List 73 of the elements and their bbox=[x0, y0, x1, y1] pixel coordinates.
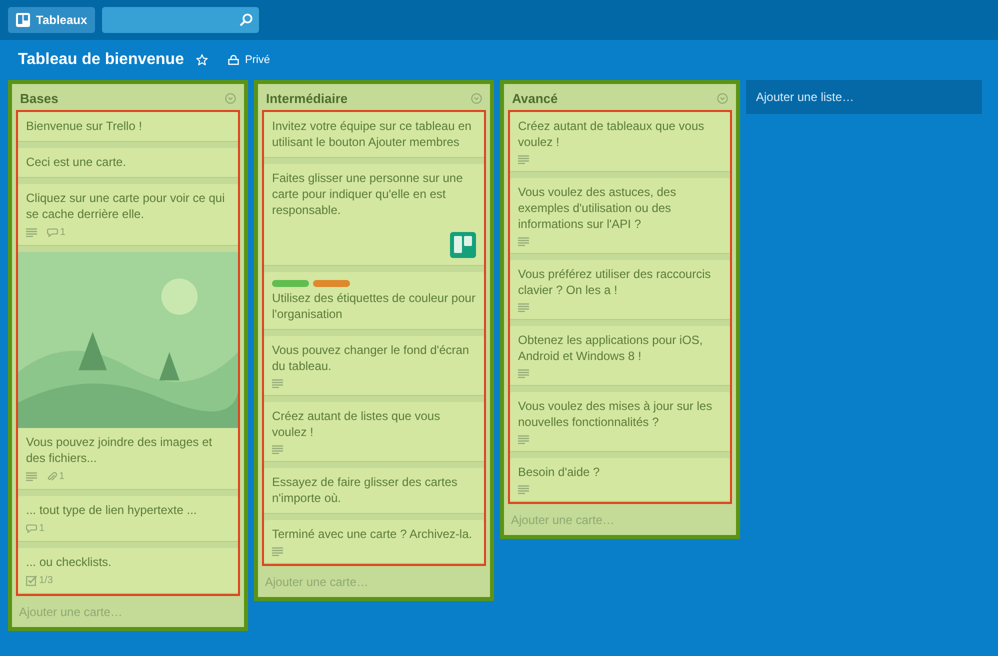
card[interactable]: Terminé avec une carte ? Archivez-la. bbox=[264, 520, 484, 564]
card-title: Vous pouvez changer le fond d'écran du tableau. bbox=[272, 342, 470, 374]
description-icon bbox=[272, 547, 283, 556]
member-avatar-icon[interactable] bbox=[450, 232, 476, 258]
card-title: Vous voulez des mises à jour sur les nouvelles fonctionnalités ? bbox=[518, 398, 714, 430]
list-title[interactable]: Bases bbox=[20, 90, 58, 106]
card-title: Vous voulez des astuces, des exemples d'utilisation ou des informations sur l'API ? bbox=[518, 184, 678, 232]
card-title: Faites glisser une personne sur une carte pour indiquer qu'elle en est responsable. bbox=[272, 170, 464, 218]
comment-icon bbox=[47, 228, 58, 237]
card-title: Vous préférez utiliser des raccourcis clavier ? On les a ! bbox=[518, 266, 712, 298]
card[interactable]: Faites glisser une personne sur une carte pour indiquer qu'elle en est responsable. bbox=[264, 164, 484, 266]
boards-button[interactable]: Tableaux bbox=[8, 7, 96, 33]
board-title[interactable]: Tableau de bienvenue bbox=[18, 51, 184, 69]
card-title: Cliquez sur une carte pour voir ce qui se cache derrière elle. bbox=[26, 190, 226, 222]
card-title: ... tout type de lien hypertexte ... bbox=[26, 502, 198, 518]
card-title: Invitez votre équipe sur ce tableau en utilisant le bouton Ajouter membres bbox=[272, 118, 472, 150]
card-title: Ceci est une carte. bbox=[26, 154, 128, 170]
card[interactable]: Obtenez les applications pour iOS, Android et Windows 8 ! bbox=[510, 326, 730, 386]
checklist-count: 1/3 bbox=[39, 575, 53, 586]
description-icon bbox=[518, 237, 529, 246]
card[interactable]: Bienvenue sur Trello ! bbox=[18, 112, 238, 142]
card[interactable]: Cliquez sur une carte pour voir ce qui se cache derrière elle. 1 bbox=[18, 184, 238, 246]
comment-count: 1 bbox=[39, 523, 45, 534]
card[interactable]: Vous voulez des astuces, des exemples d'utilisation ou des informations sur l'API ? bbox=[510, 178, 730, 254]
description-icon bbox=[518, 485, 529, 494]
card-title: Bienvenue sur Trello ! bbox=[26, 118, 144, 134]
chevron-down-icon[interactable] bbox=[225, 92, 236, 104]
card[interactable]: Créez autant de tableaux que vous voulez ! bbox=[510, 112, 730, 172]
card[interactable]: ... ou checklists. 1/3 bbox=[18, 548, 238, 594]
chevron-down-icon[interactable] bbox=[717, 92, 728, 104]
description-icon bbox=[518, 155, 529, 164]
attachment-count: 1 bbox=[59, 471, 65, 482]
description-icon bbox=[518, 303, 529, 312]
card-title: Besoin d'aide ? bbox=[518, 464, 601, 480]
description-icon bbox=[272, 379, 283, 388]
card-title: Terminé avec une carte ? Archivez-la. bbox=[272, 526, 474, 542]
add-list-button[interactable]: Ajouter une liste… bbox=[746, 80, 982, 114]
card[interactable]: Vous pouvez changer le fond d'écran du tableau. bbox=[264, 336, 484, 396]
checkbox-icon bbox=[26, 575, 37, 586]
card-title: Créez autant de tableaux que vous voulez ! bbox=[518, 118, 706, 150]
description-icon bbox=[518, 435, 529, 444]
search-field[interactable] bbox=[102, 7, 260, 33]
card[interactable]: Besoin d'aide ? bbox=[510, 458, 730, 502]
card[interactable]: Ceci est une carte. bbox=[18, 148, 238, 178]
card[interactable]: Essayez de faire glisser des cartes n'importe où. bbox=[264, 468, 484, 514]
comment-icon bbox=[26, 524, 37, 533]
card-title: Vous pouvez joindre des images et des fichiers... bbox=[26, 434, 214, 466]
card-title: ... ou checklists. bbox=[26, 554, 112, 570]
comment-count: 1 bbox=[60, 227, 66, 238]
card[interactable]: ... tout type de lien hypertexte ... 1 bbox=[18, 496, 238, 542]
card-title: Utilisez des étiquettes de couleur pour l'organisation bbox=[272, 290, 476, 322]
description-icon bbox=[26, 472, 37, 481]
card[interactable]: Invitez votre équipe sur ce tableau en utilisant le bouton Ajouter membres bbox=[264, 112, 484, 158]
star-icon[interactable] bbox=[196, 54, 208, 66]
card-title: Obtenez les applications pour iOS, Android et Windows 8 ! bbox=[518, 332, 704, 364]
search-icon bbox=[239, 13, 254, 27]
card[interactable]: Créez autant de listes que vous voulez ! bbox=[264, 402, 484, 462]
board-icon bbox=[16, 13, 30, 27]
description-icon bbox=[518, 369, 529, 378]
list-title[interactable]: Intermédiaire bbox=[266, 90, 348, 106]
card-title: Essayez de faire glisser des cartes n'importe où. bbox=[272, 474, 458, 506]
card[interactable]: Vous pouvez joindre des images et des fichiers... 1 bbox=[18, 252, 238, 490]
description-icon bbox=[26, 228, 37, 237]
visibility-label[interactable]: Privé bbox=[244, 54, 270, 66]
card[interactable]: Utilisez des étiquettes de couleur pour l'organisation bbox=[264, 272, 484, 330]
chevron-down-icon[interactable] bbox=[471, 92, 482, 104]
card[interactable]: Vous voulez des mises à jour sur les nouvelles fonctionnalités ? bbox=[510, 392, 730, 452]
card[interactable]: Vous préférez utiliser des raccourcis clavier ? On les a ! bbox=[510, 260, 730, 320]
list-title[interactable]: Avancé bbox=[512, 90, 558, 106]
card-title: Créez autant de listes que vous voulez ! bbox=[272, 408, 442, 440]
paperclip-icon bbox=[47, 472, 57, 482]
description-icon bbox=[272, 445, 283, 454]
lock-icon bbox=[228, 55, 239, 65]
